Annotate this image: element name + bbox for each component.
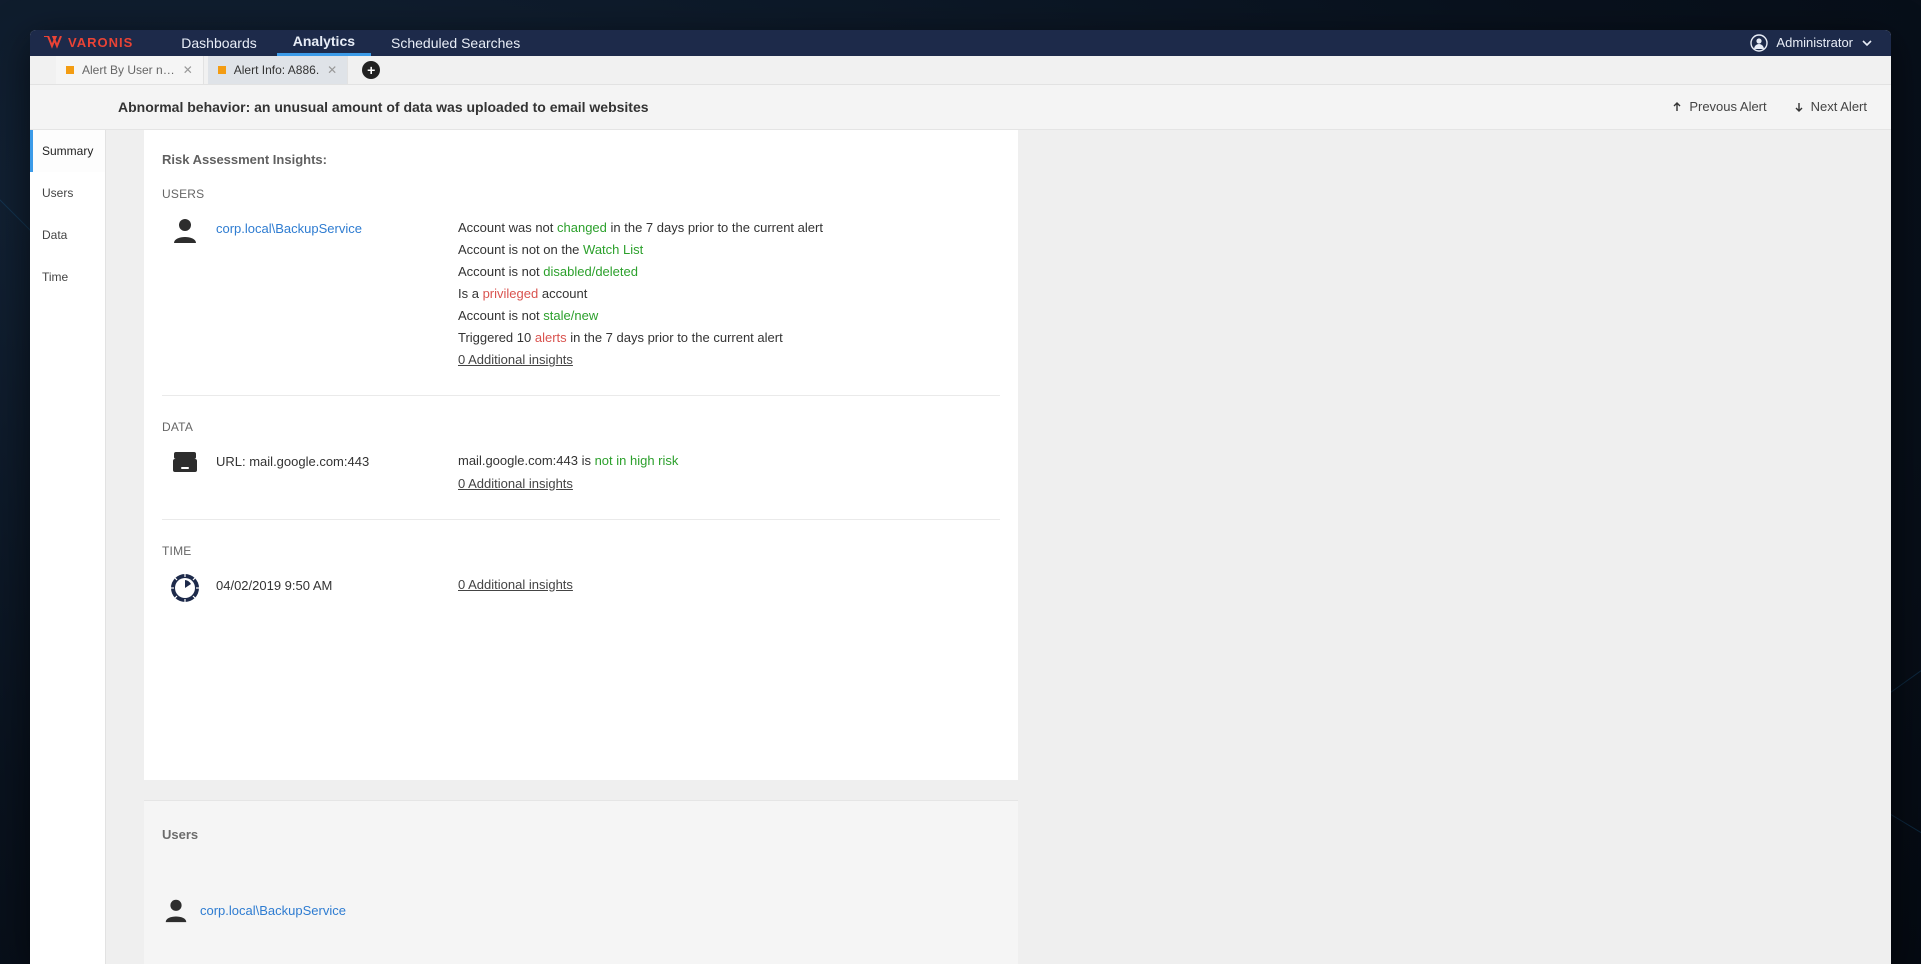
user-icon: [162, 896, 190, 924]
risk-insights-card: Risk Assessment Insights: USERS corp.loc…: [144, 130, 1018, 780]
tab-strip: Alert By User n… ✕ Alert Info: A886. ✕ +: [30, 56, 1891, 85]
right-gutter: [1018, 130, 1892, 964]
next-alert-label: Next Alert: [1811, 99, 1867, 114]
add-tab-button[interactable]: +: [362, 61, 380, 79]
user-insights: Account was not changed in the 7 days pr…: [458, 215, 823, 372]
arrow-up-icon: [1671, 101, 1683, 113]
side-item-data[interactable]: Data: [30, 214, 105, 256]
main-column: Risk Assessment Insights: USERS corp.loc…: [106, 130, 1891, 964]
card-heading: Risk Assessment Insights:: [162, 152, 1004, 167]
clock-icon: [162, 572, 208, 604]
side-nav: Summary Users Data Time: [30, 130, 106, 964]
users-detail-section: Users corp.local\BackupService: [144, 800, 1018, 964]
tab-alert-info[interactable]: Alert Info: A886. ✕: [208, 56, 348, 84]
time-value: 04/02/2019 9:50 AM: [208, 572, 458, 593]
page-title: Abnormal behavior: an unusual amount of …: [118, 99, 649, 115]
side-item-users[interactable]: Users: [30, 172, 105, 214]
next-alert-button[interactable]: Next Alert: [1793, 99, 1867, 114]
close-tab-icon[interactable]: ✕: [183, 63, 193, 77]
arrow-down-icon: [1793, 101, 1805, 113]
content-zone: Summary Users Data Time Risk Assessment …: [30, 130, 1891, 964]
nav-analytics[interactable]: Analytics: [277, 30, 371, 56]
data-insights: mail.google.com:443 is not in high risk …: [458, 448, 678, 494]
user-menu[interactable]: Administrator: [1750, 34, 1873, 52]
close-tab-icon[interactable]: ✕: [327, 63, 337, 77]
top-nav: VARONIS Dashboards Analytics Scheduled S…: [30, 30, 1891, 56]
users-detail-row: corp.local\BackupService: [158, 862, 1004, 924]
side-item-time[interactable]: Time: [30, 256, 105, 298]
file-box-icon: [162, 448, 208, 476]
tab-label: Alert By User n…: [82, 63, 175, 77]
brand-mark-icon: [44, 36, 62, 50]
user-circle-icon: [1750, 34, 1768, 52]
user-name: Administrator: [1776, 35, 1853, 50]
previous-alert-button[interactable]: Prevous Alert: [1671, 99, 1766, 114]
nav-dashboards[interactable]: Dashboards: [165, 30, 273, 56]
brand-logo: VARONIS: [44, 35, 133, 50]
user-principal-link[interactable]: corp.local\BackupService: [216, 221, 362, 236]
section-label-users: USERS: [162, 187, 1004, 201]
data-summary-row: URL: mail.google.com:443 mail.google.com…: [158, 442, 1004, 518]
time-summary-row: 04/02/2019 9:50 AM 0 Additional insights: [158, 566, 1004, 628]
user-icon: [162, 215, 208, 245]
section-label-data: DATA: [162, 420, 1004, 434]
page-banner: Abnormal behavior: an unusual amount of …: [30, 85, 1891, 130]
tab-indicator-icon: [218, 66, 226, 74]
tab-indicator-icon: [66, 66, 74, 74]
brand-name: VARONIS: [68, 35, 133, 50]
chevron-down-icon: [1861, 37, 1873, 49]
tab-alert-by-user[interactable]: Alert By User n… ✕: [56, 56, 204, 84]
previous-alert-label: Prevous Alert: [1689, 99, 1766, 114]
user-principal-link[interactable]: corp.local\BackupService: [200, 903, 346, 918]
data-url: URL: mail.google.com:443: [208, 448, 458, 469]
additional-insights-link[interactable]: 0 Additional insights: [458, 476, 573, 491]
additional-insights-link[interactable]: 0 Additional insights: [458, 577, 573, 592]
users-summary-row: corp.local\BackupService Account was not…: [158, 209, 1004, 396]
additional-insights-link[interactable]: 0 Additional insights: [458, 352, 573, 367]
section-label-time: TIME: [162, 544, 1004, 558]
app-window: VARONIS Dashboards Analytics Scheduled S…: [30, 30, 1891, 964]
nav-scheduled[interactable]: Scheduled Searches: [375, 30, 536, 56]
user-principal: corp.local\BackupService: [208, 215, 458, 236]
tab-label: Alert Info: A886.: [234, 63, 319, 77]
users-detail-heading: Users: [162, 827, 1004, 842]
side-item-summary[interactable]: Summary: [30, 130, 105, 172]
time-insights: 0 Additional insights: [458, 572, 573, 596]
